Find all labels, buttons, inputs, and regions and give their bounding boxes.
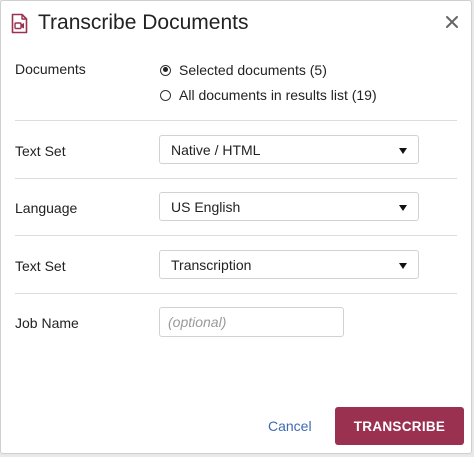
chevron-down-icon: [399, 148, 407, 154]
document-video-icon: [11, 13, 28, 34]
language-select-value: US English: [171, 199, 241, 215]
radio-button-checked[interactable]: [160, 64, 171, 76]
divider: [15, 235, 457, 236]
documents-label: Documents: [15, 61, 86, 77]
job-name-label: Job Name: [15, 315, 79, 331]
cancel-button[interactable]: Cancel: [268, 417, 312, 435]
text-set-select[interactable]: Native / HTML: [159, 135, 419, 164]
text-set-transcription-select[interactable]: Transcription: [159, 250, 419, 279]
radio-all-documents[interactable]: All documents in results list (19): [160, 86, 377, 104]
text-set-label: Text Set: [15, 258, 66, 274]
text-set-select-value: Native / HTML: [171, 142, 261, 158]
job-name-input[interactable]: [159, 307, 344, 337]
radio-label-all-documents: All documents in results list (19): [179, 87, 377, 103]
chevron-down-icon: [399, 205, 407, 211]
radio-button-unchecked[interactable]: [160, 89, 171, 101]
radio-selected-documents[interactable]: Selected documents (5): [160, 61, 327, 79]
language-label: Language: [15, 200, 78, 216]
text-set-transcription-select-value: Transcription: [171, 257, 252, 273]
close-icon[interactable]: [445, 15, 459, 29]
chevron-down-icon: [399, 263, 407, 269]
divider: [15, 120, 457, 121]
dialog-header: Transcribe Documents: [1, 1, 471, 45]
text-set-label: Text Set: [15, 143, 66, 159]
divider: [15, 178, 457, 179]
dialog-title: Transcribe Documents: [38, 11, 249, 34]
transcribe-dialog: Transcribe Documents Documents Selected …: [0, 0, 472, 454]
transcribe-button[interactable]: TRANSCRIBE: [335, 407, 464, 445]
language-select[interactable]: US English: [159, 192, 419, 221]
radio-label-selected-documents: Selected documents (5): [179, 62, 327, 78]
divider: [15, 293, 457, 294]
